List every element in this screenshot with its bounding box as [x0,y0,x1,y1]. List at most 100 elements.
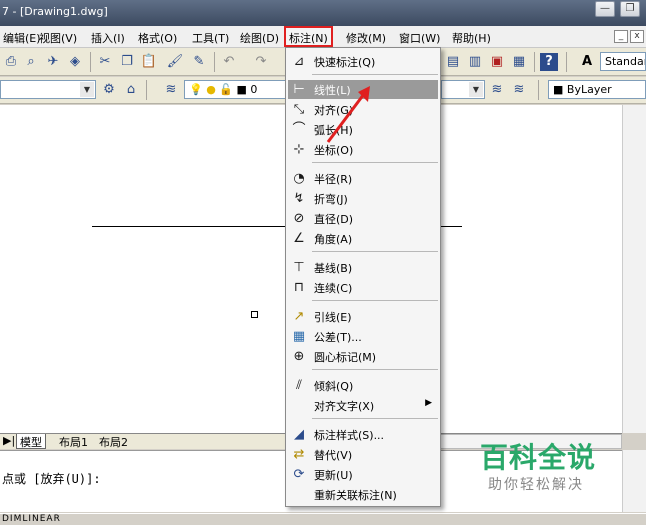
angular-icon: ∠ [293,231,305,246]
arrow-shaft [326,93,366,143]
ordinate-icon: ⊹ [293,142,305,157]
workspace-settings-icon[interactable]: ⚙ [100,81,118,99]
layer-combo[interactable]: 💡 ● 🔓 ■ 0 [184,80,286,99]
menu-item-dim-style[interactable]: ◢ 标注样式(S)... [288,425,438,444]
menu-item-align-text[interactable]: 对齐文字(X) ▶ [288,396,438,415]
menu-insert[interactable]: 插入(I) [88,29,128,46]
menu-draw[interactable]: 绘图(D) [237,29,282,46]
menu-item-label: 标注样式(S)... [314,429,385,442]
copy-icon[interactable]: ❐ [118,53,136,71]
tab-layout2[interactable]: 布局2 [96,434,131,449]
menu-window[interactable]: 窗口(W) [396,29,443,46]
doc-minimize-button[interactable]: _ [614,30,628,43]
layer-previous-icon[interactable]: ≋ [510,81,528,99]
menu-item-tolerance[interactable]: ▦ 公差(T)... [288,327,438,346]
watermark: 百科全说 助你轻松解决 [470,436,610,496]
toolbar-separator [146,80,147,100]
menu-view[interactable]: 视图(V) [36,29,80,46]
menu-item-label: 倾斜(Q) [314,380,354,393]
menu-item-label: 连续(C) [314,282,353,295]
menu-separator [312,74,438,75]
radius-icon: ◔ [293,171,305,186]
block-editor-icon[interactable]: ✎ [190,53,208,71]
grip-point[interactable] [251,311,258,318]
menu-item-label: 圆心标记(M) [314,351,377,364]
oblique-icon: ⫽ [296,378,302,393]
make-current-layer-icon[interactable]: ≋ [488,81,506,99]
menu-item-oblique[interactable]: ⫽ 倾斜(Q) [288,376,438,395]
dim-style-icon: ◢ [294,427,304,442]
menu-item-update[interactable]: ⟳ 更新(U) [288,465,438,484]
menu-item-angular[interactable]: ∠ 角度(A) [288,229,438,248]
menu-item-leader[interactable]: ↗ 引线(E) [288,307,438,326]
menu-dimension[interactable]: 标注(N) [284,26,333,47]
menu-item-override[interactable]: ⇄ 替代(V) [288,445,438,464]
markup-icon[interactable]: ▣ [488,53,506,71]
diameter-icon: ⊘ [293,211,305,226]
command-scrollbar[interactable] [622,450,646,512]
watermark-subtitle: 助你轻松解决 [488,477,584,493]
menu-item-center-mark[interactable]: ⊕ 圆心标记(M) [288,347,438,366]
menu-item-quick-dimension[interactable]: ⊿ 快速标注(Q) [288,52,438,71]
workspace-combo[interactable]: ▼ [0,80,96,99]
menu-item-radius[interactable]: ◔ 半径(R) [288,169,438,188]
menu-item-continue[interactable]: ⊓ 连续(C) [288,278,438,297]
center-mark-icon: ⊕ [293,349,305,364]
text-style-value: Standar [605,55,646,68]
menu-item-reassociate[interactable]: 重新关联标注(N) [288,485,438,504]
layer-on-icon: 💡 [189,83,203,96]
menu-modify[interactable]: 修改(M) [343,29,389,46]
save-workspace-icon[interactable]: ⌂ [122,81,140,99]
menu-separator [312,418,438,419]
toolbar-separator [538,80,539,100]
menu-tools[interactable]: 工具(T) [189,29,232,46]
paste-icon[interactable]: 📋 [140,53,158,71]
text-style-combo[interactable]: Standar [600,52,646,71]
menu-help[interactable]: 帮助(H) [449,29,494,46]
design-center-icon[interactable]: ▤ [444,53,462,71]
menu-item-baseline[interactable]: ⊤ 基线(B) [288,258,438,277]
plot-icon[interactable]: ⎙ [2,53,20,71]
update-icon: ⟳ [293,467,305,482]
layer-combo-end[interactable]: ▼ [441,80,485,99]
menu-item-label: 更新(U) [314,469,353,482]
arc-length-icon: ⌒ [292,122,306,137]
publish-icon[interactable]: ✈ [44,53,62,71]
vertical-scrollbar[interactable] [622,105,646,433]
toolbar-separator [214,52,215,72]
tolerance-icon: ▦ [292,329,306,344]
menu-item-jogged[interactable]: ↯ 折弯(J) [288,189,438,208]
minimize-button[interactable]: — [595,1,615,17]
layer-manager-icon[interactable]: ≋ [162,81,180,99]
tab-layout1[interactable]: 布局1 [56,434,91,449]
restore-button[interactable]: ❐ [620,1,640,17]
chevron-down-icon[interactable]: ▼ [80,82,94,97]
calculator-icon[interactable]: ▦ [510,53,528,71]
layer-lock-icon: 🔓 [219,83,234,96]
tab-model[interactable]: 模型 [16,434,46,449]
chevron-down-icon[interactable]: ▼ [469,82,483,97]
cut-icon[interactable]: ✂ [96,53,114,71]
layer-color-icon: ■ [236,83,247,96]
menu-item-label: 半径(R) [314,173,353,186]
color-combo[interactable]: ■ ByLayer [548,80,646,99]
help-icon[interactable]: ? [540,53,558,71]
menu-item-label: 替代(V) [314,449,353,462]
text-style-icon: A [581,54,593,69]
toolbar-separator [90,52,91,72]
window-title: 7 - [Drawing1.dwg] [2,5,108,18]
color-value: ByLayer [566,83,612,96]
redo-icon[interactable]: ↷ [252,53,270,71]
tool-palettes-icon[interactable]: ▥ [466,53,484,71]
aligned-dimension-icon: ⤡ [293,102,305,117]
menu-item-label: 折弯(J) [314,193,348,206]
menu-item-diameter[interactable]: ⊘ 直径(D) [288,209,438,228]
3d-dwf-icon[interactable]: ◈ [66,53,84,71]
preview-icon[interactable]: ⌕ [22,53,40,71]
submenu-arrow-icon: ▶ [425,398,432,408]
undo-icon[interactable]: ↶ [220,53,238,71]
menu-bar: 编辑(E) 视图(V) 插入(I) 格式(O) 工具(T) 绘图(D) 标注(N… [0,26,646,48]
match-properties-icon[interactable]: 🖌 [166,53,184,71]
menu-format[interactable]: 格式(O) [135,29,180,46]
doc-close-button[interactable]: x [630,30,644,43]
